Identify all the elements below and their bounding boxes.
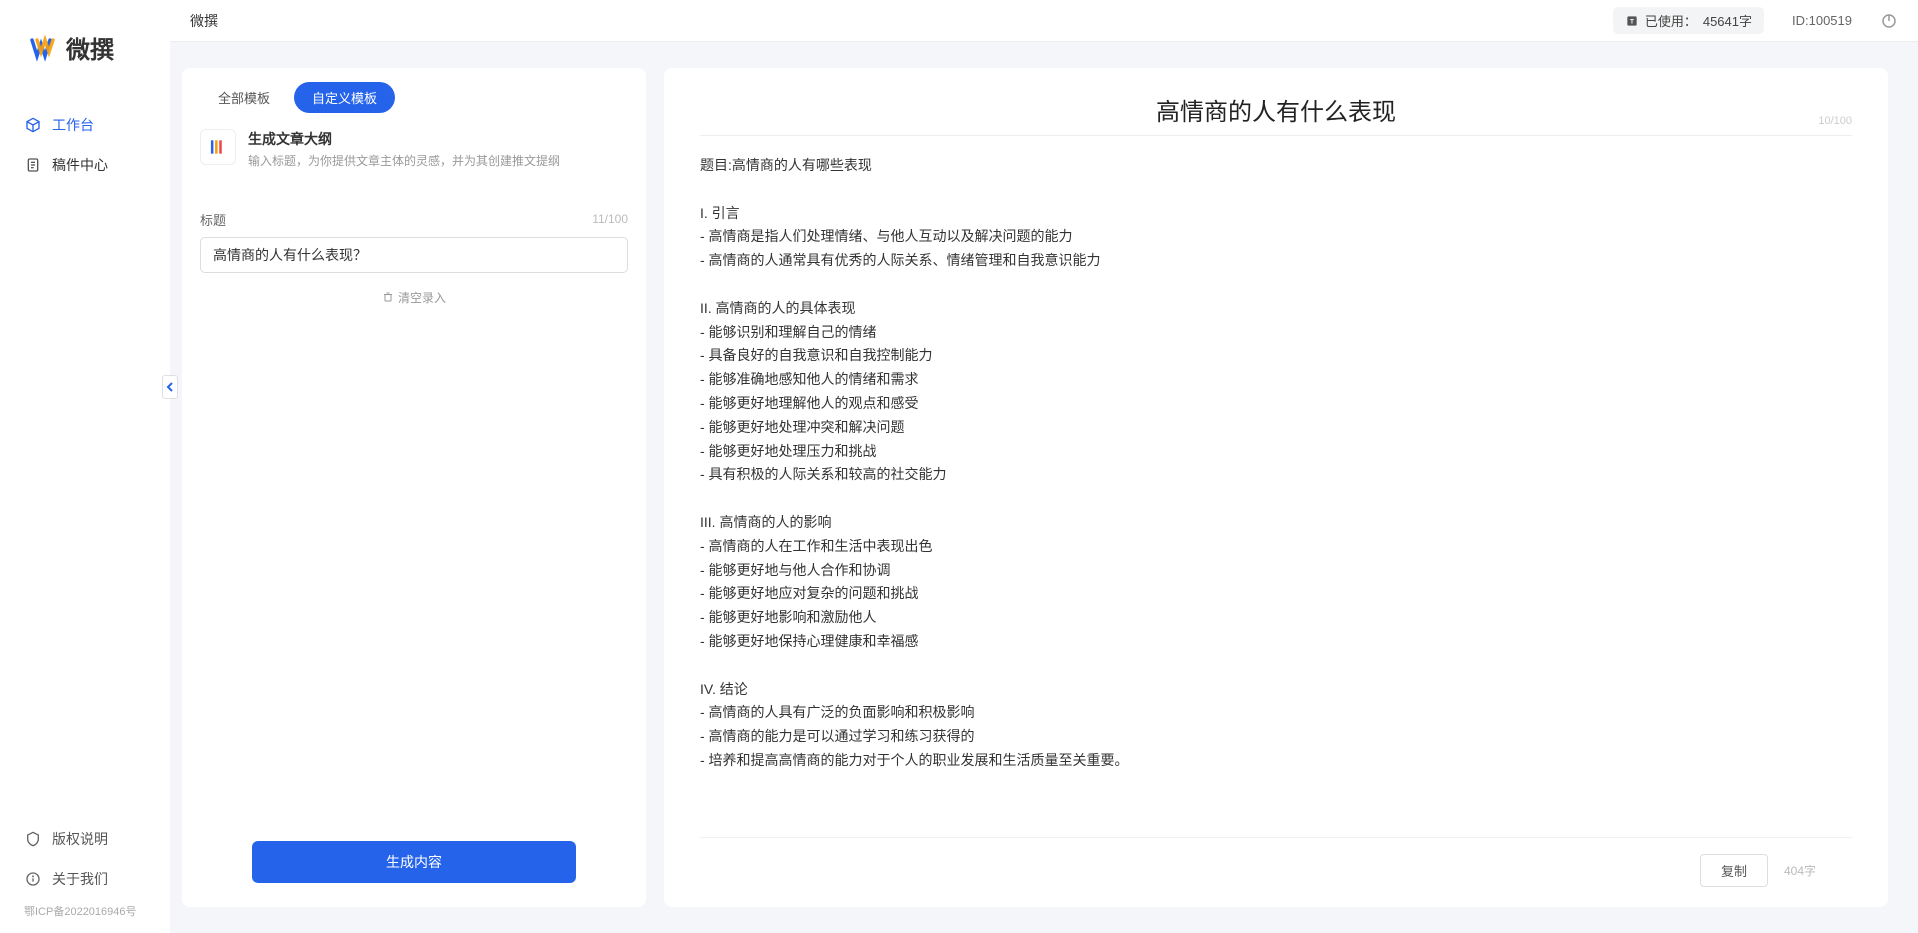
nav-item-workspace[interactable]: 工作台 <box>0 105 170 145</box>
document-icon <box>24 156 42 174</box>
word-count: 404字 <box>1784 862 1816 879</box>
footer-copyright[interactable]: 版权说明 <box>0 819 170 859</box>
content-wrapper: 全部模板 自定义模板 生成文章大纲 输入标题，为你提供文章主体的灵感， <box>170 42 1918 933</box>
header-title: 微撰 <box>190 11 218 31</box>
nav-label: 工作台 <box>52 115 94 135</box>
top-header: 微撰 T 已使用： 45641字 ID:100519 <box>170 0 1918 42</box>
svg-text:T: T <box>1630 18 1634 25</box>
nav-label: 稿件中心 <box>52 155 108 175</box>
template-info: 生成文章大纲 输入标题，为你提供文章主体的灵感，并为其创建推文提纲 <box>248 129 628 170</box>
trash-icon <box>382 291 394 303</box>
title-input[interactable] <box>200 237 628 273</box>
footer-label: 版权说明 <box>52 829 108 849</box>
power-icon[interactable] <box>1880 12 1898 30</box>
tab-row: 全部模板 自定义模板 <box>182 68 646 123</box>
logo-text: 微撰 <box>66 30 114 65</box>
logo: 微撰 <box>0 0 170 105</box>
doc-title[interactable]: 高情商的人有什么表现 <box>1156 92 1396 127</box>
header-right: T 已使用： 45641字 ID:100519 <box>1613 7 1898 34</box>
generate-button[interactable]: 生成内容 <box>252 841 576 883</box>
nav-menu: 工作台 稿件中心 <box>0 105 170 819</box>
footer-about[interactable]: 关于我们 <box>0 859 170 899</box>
doc-title-row: 高情商的人有什么表现 10/100 <box>700 68 1852 136</box>
clear-input-button[interactable]: 清空录入 <box>200 289 628 306</box>
tab-custom-templates[interactable]: 自定义模板 <box>294 82 395 113</box>
cube-icon <box>24 116 42 134</box>
shield-icon <box>24 830 42 848</box>
logo-icon <box>30 34 58 62</box>
copy-button[interactable]: 复制 <box>1700 854 1768 887</box>
info-icon <box>24 870 42 888</box>
tab-all-templates[interactable]: 全部模板 <box>200 82 288 113</box>
template-desc: 输入标题，为你提供文章主体的灵感，并为其创建推文提纲 <box>248 153 628 170</box>
usage-prefix: 已使用： <box>1645 11 1697 30</box>
header-id: ID:100519 <box>1792 13 1852 28</box>
field-label: 标题 <box>200 210 226 229</box>
doc-body[interactable]: 题目:高情商的人有哪些表现 I. 引言 - 高情商是指人们处理情绪、与他人互动以… <box>664 136 1888 837</box>
field-counter: 11/100 <box>592 212 628 226</box>
nav-item-drafts[interactable]: 稿件中心 <box>0 145 170 185</box>
field-label-row: 标题 11/100 <box>200 210 628 229</box>
footer-label: 关于我们 <box>52 869 108 889</box>
text-icon: T <box>1625 14 1639 28</box>
doc-title-counter: 10/100 <box>1818 115 1852 127</box>
sidebar-collapse-handle[interactable] <box>162 375 178 399</box>
template-card[interactable]: 生成文章大纲 输入标题，为你提供文章主体的灵感，并为其创建推文提纲 <box>200 129 628 170</box>
sidebar: 微撰 工作台 <box>0 0 170 933</box>
template-thumb-icon <box>200 129 236 165</box>
usage-value: 45641字 <box>1703 11 1752 30</box>
usage-badge[interactable]: T 已使用： 45641字 <box>1613 7 1764 34</box>
clear-label: 清空录入 <box>398 289 446 306</box>
sidebar-footer: 版权说明 关于我们 鄂ICP备2022016946号 <box>0 819 170 933</box>
right-panel: 高情商的人有什么表现 10/100 题目:高情商的人有哪些表现 I. 引言 - … <box>664 68 1888 907</box>
form-area: 标题 11/100 清空录入 <box>182 186 646 817</box>
main: 微撰 T 已使用： 45641字 ID:100519 <box>170 0 1918 933</box>
template-title: 生成文章大纲 <box>248 129 628 149</box>
icp-text: 鄂ICP备2022016946号 <box>0 899 170 923</box>
doc-footer: 复制 404字 <box>700 837 1852 907</box>
chevron-left-icon <box>166 381 174 393</box>
left-panel: 全部模板 自定义模板 生成文章大纲 输入标题，为你提供文章主体的灵感， <box>182 68 646 907</box>
generate-btn-wrap: 生成内容 <box>182 817 646 907</box>
